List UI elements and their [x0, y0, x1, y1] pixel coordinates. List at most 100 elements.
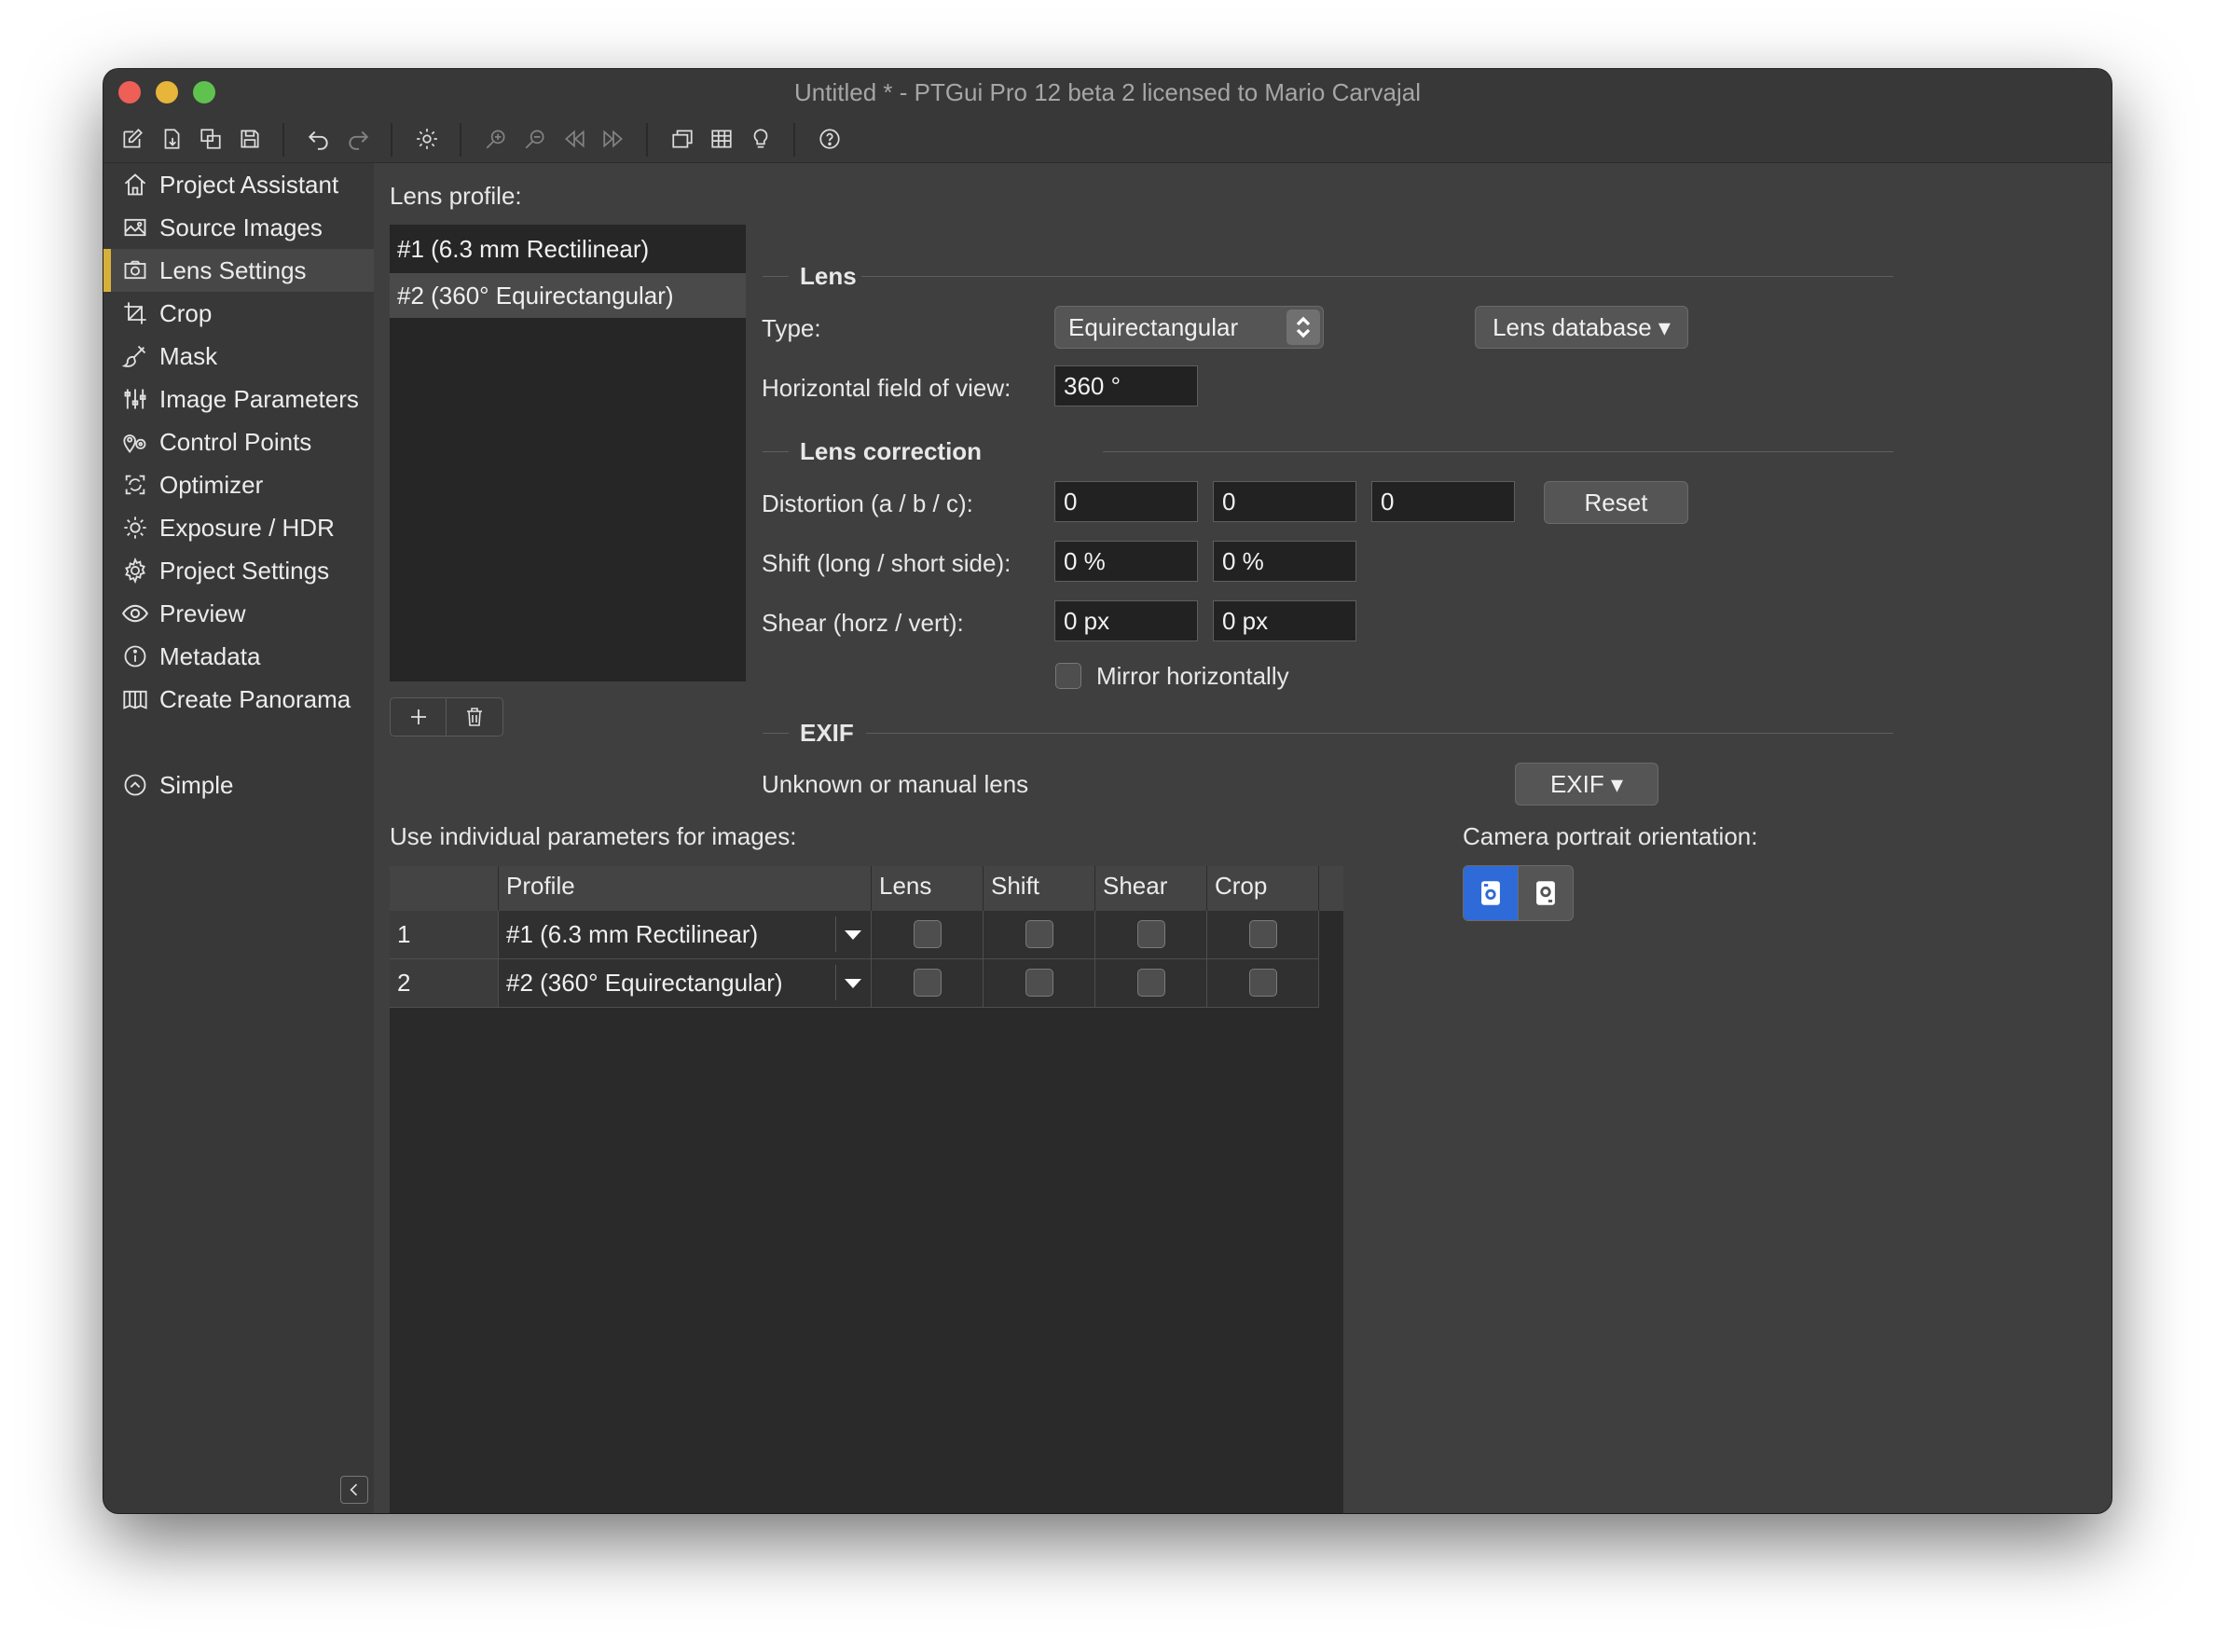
profile-dropdown[interactable]: #1 (6.3 mm Rectilinear)	[499, 911, 872, 959]
zoom-in-icon[interactable]	[480, 123, 512, 155]
sidebar-item-label: Crop	[159, 299, 213, 327]
simple-mode-toggle[interactable]: Simple	[103, 764, 374, 806]
shear-horz-field[interactable]: 0 px	[1054, 600, 1198, 641]
sidebar-item-lens-settings[interactable]: Lens Settings	[103, 249, 374, 292]
redo-icon[interactable]	[342, 123, 374, 155]
mirror-horizontally-checkbox[interactable]	[1055, 663, 1081, 689]
column-header-profile[interactable]: Profile	[499, 866, 872, 911]
list-item[interactable]: #1 (6.3 mm Rectilinear)	[390, 227, 746, 271]
sidebar-item-crop[interactable]: Crop	[103, 292, 374, 335]
collapse-sidebar-button[interactable]	[340, 1476, 368, 1504]
sidebar-item-project-assistant[interactable]: Project Assistant	[103, 163, 374, 206]
zoom-out-icon[interactable]	[519, 123, 551, 155]
new-project-icon[interactable]	[117, 123, 148, 155]
sidebar-item-source-images[interactable]: Source Images	[103, 206, 374, 249]
sidebar-item-label: Exposure / HDR	[159, 514, 335, 542]
crop-icon	[122, 300, 148, 326]
lens-correction-heading: Lens correction	[800, 437, 983, 465]
previous-icon[interactable]	[558, 123, 590, 155]
lens-checkbox[interactable]	[914, 969, 942, 997]
profile-list-buttons	[390, 697, 503, 737]
sidebar-item-mask[interactable]: Mask	[103, 335, 374, 378]
sidebar-item-label: Create Panorama	[159, 685, 351, 713]
distortion-a-field[interactable]: 0	[1054, 481, 1198, 522]
shift-short-field[interactable]: 0 %	[1213, 541, 1356, 582]
info-icon	[122, 643, 148, 669]
sidebar-item-label: Optimizer	[159, 471, 264, 499]
lightbulb-icon[interactable]	[745, 123, 777, 155]
lens-type-select[interactable]: Equirectangular	[1054, 306, 1324, 349]
column-header-crop[interactable]: Crop	[1207, 866, 1319, 911]
distortion-b-field[interactable]: 0	[1213, 481, 1356, 522]
camera-icon	[122, 257, 148, 283]
sidebar-item-label: Image Parameters	[159, 385, 359, 413]
hfov-field[interactable]: 360 °	[1054, 365, 1198, 406]
shear-checkbox[interactable]	[1137, 920, 1165, 948]
exif-button[interactable]: EXIF ▾	[1515, 763, 1658, 805]
next-icon[interactable]	[598, 123, 629, 155]
window-title: Untitled * - PTGui Pro 12 beta 2 license…	[794, 78, 1421, 106]
distortion-label: Distortion (a / b / c):	[762, 489, 973, 517]
crop-checkbox[interactable]	[1249, 969, 1277, 997]
dropdown-arrow-icon	[845, 930, 861, 940]
reset-button[interactable]: Reset	[1544, 481, 1688, 524]
app-window: Untitled * - PTGui Pro 12 beta 2 license…	[103, 69, 2112, 1513]
sidebar-item-metadata[interactable]: Metadata	[103, 635, 374, 678]
profile-dropdown[interactable]: #2 (360° Equirectangular)	[499, 959, 872, 1008]
duplicate-icon[interactable]	[195, 123, 227, 155]
lens-settings-panel: Lens profile: #1 (6.3 mm Rectilinear) #2…	[374, 163, 2112, 1513]
lens-checkbox[interactable]	[914, 920, 942, 948]
undo-icon[interactable]	[303, 123, 335, 155]
plus-icon	[410, 709, 426, 724]
column-header-shear[interactable]: Shear	[1095, 866, 1207, 911]
panorama-editor-icon[interactable]	[667, 123, 698, 155]
chevron-left-icon	[350, 1483, 358, 1496]
distortion-c-field[interactable]: 0	[1371, 481, 1515, 522]
save-icon[interactable]	[234, 123, 266, 155]
camera-orientation-label: Camera portrait orientation:	[1463, 822, 1758, 850]
individual-params-label: Use individual parameters for images:	[390, 822, 797, 850]
rotate-left-camera-button[interactable]	[1464, 866, 1519, 920]
rotate-right-camera-button[interactable]	[1519, 866, 1573, 920]
delete-profile-button[interactable]	[447, 698, 502, 736]
table-icon[interactable]	[706, 123, 737, 155]
chevron-up-circle-icon	[122, 772, 148, 798]
panorama-icon	[122, 686, 148, 712]
shift-long-field[interactable]: 0 %	[1054, 541, 1198, 582]
brush-icon	[121, 343, 148, 369]
sidebar-item-label: Control Points	[159, 428, 312, 456]
simple-mode-label: Simple	[159, 771, 234, 799]
shift-checkbox[interactable]	[1025, 920, 1053, 948]
crop-checkbox[interactable]	[1249, 920, 1277, 948]
sidebar: Project Assistant Source Images Lens Set…	[103, 163, 374, 1513]
help-icon[interactable]	[814, 123, 846, 155]
up-down-chevron-icon	[1286, 310, 1320, 345]
sidebar-item-project-settings[interactable]: Project Settings	[103, 549, 374, 592]
shear-label: Shear (horz / vert):	[762, 609, 964, 637]
sidebar-item-exposure-hdr[interactable]: Exposure / HDR	[103, 506, 374, 549]
rotate-right-camera-icon	[1536, 881, 1555, 905]
list-item[interactable]: #2 (360° Equirectangular)	[390, 273, 746, 318]
add-profile-button[interactable]	[391, 698, 447, 736]
shift-checkbox[interactable]	[1025, 969, 1053, 997]
table-cell	[872, 911, 984, 959]
table-cell	[1207, 911, 1319, 959]
sidebar-item-preview[interactable]: Preview	[103, 592, 374, 635]
column-header	[390, 866, 499, 911]
table-cell	[984, 959, 1095, 1008]
settings-icon[interactable]	[411, 123, 443, 155]
sidebar-item-image-parameters[interactable]: Image Parameters	[103, 378, 374, 420]
shear-vert-field[interactable]: 0 px	[1213, 600, 1356, 641]
column-header-shift[interactable]: Shift	[984, 866, 1095, 911]
shear-checkbox[interactable]	[1137, 969, 1165, 997]
sidebar-item-label: Project Assistant	[159, 171, 339, 199]
table-cell	[1095, 959, 1207, 1008]
sidebar-item-create-panorama[interactable]: Create Panorama	[103, 678, 374, 721]
trash-icon	[466, 708, 482, 726]
sidebar-item-control-points[interactable]: Control Points	[103, 420, 374, 463]
lens-profile-list[interactable]: #1 (6.3 mm Rectilinear) #2 (360° Equirec…	[390, 225, 746, 681]
column-header-lens[interactable]: Lens	[872, 866, 984, 911]
sidebar-item-optimizer[interactable]: Optimizer	[103, 463, 374, 506]
open-project-icon[interactable]	[156, 123, 187, 155]
lens-database-button[interactable]: Lens database ▾	[1475, 306, 1688, 349]
